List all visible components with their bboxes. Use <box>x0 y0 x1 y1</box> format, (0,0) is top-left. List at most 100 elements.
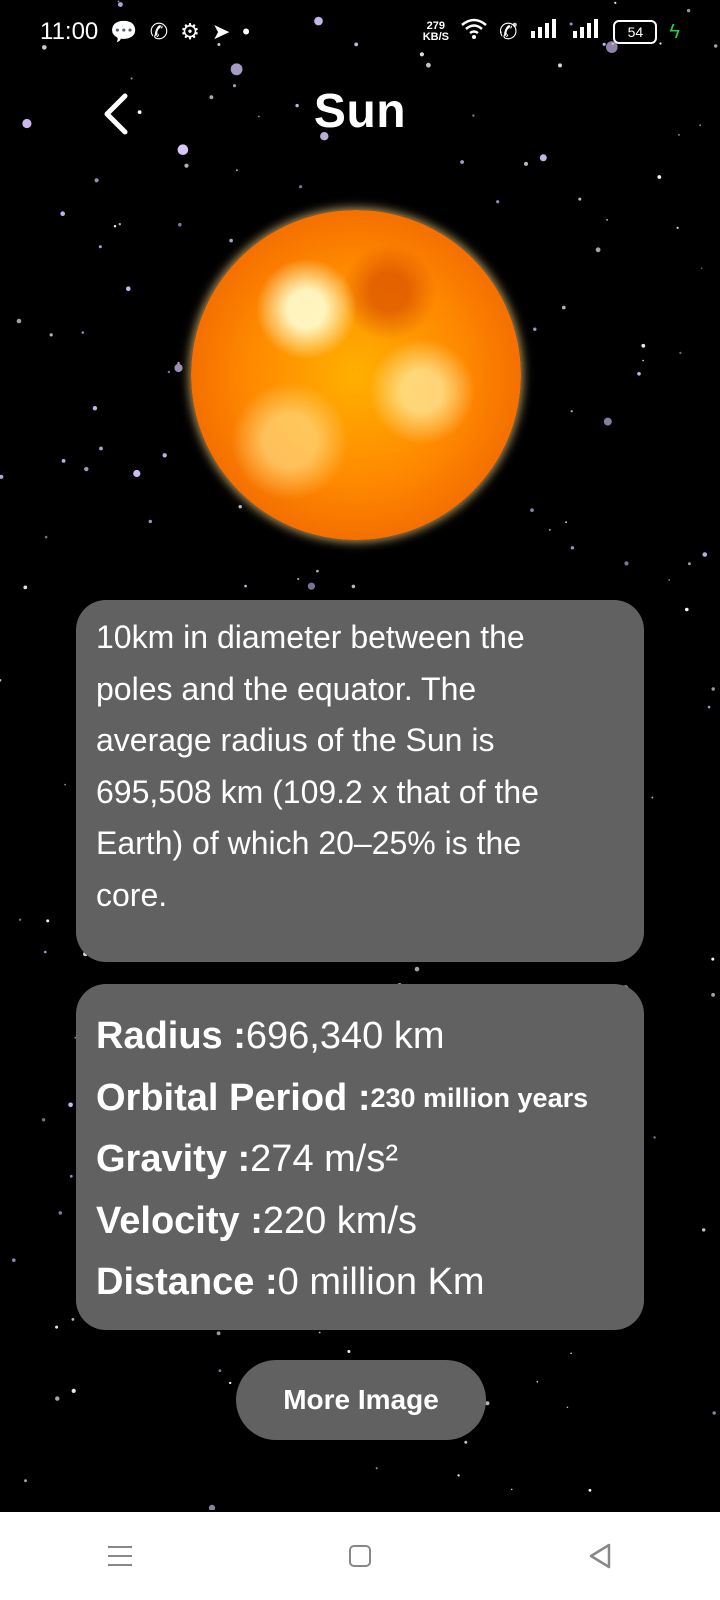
stat-distance: Distance : 0 million Km <box>96 1252 624 1314</box>
star <box>229 1381 232 1385</box>
dot-icon: • <box>242 19 250 44</box>
star <box>676 226 679 229</box>
star <box>642 359 644 362</box>
star <box>530 508 534 512</box>
star <box>94 178 99 183</box>
stat-key: Distance : <box>96 1261 278 1304</box>
star <box>297 577 300 581</box>
star <box>562 305 566 310</box>
stats-card: Radius : 696,340 km Orbital Period : 230… <box>76 984 644 1330</box>
star <box>566 1406 569 1409</box>
star <box>351 584 356 589</box>
battery-level: 54 <box>627 24 644 40</box>
star <box>55 1325 59 1329</box>
star <box>44 950 47 954</box>
star <box>69 1174 73 1178</box>
star <box>118 223 122 226</box>
star <box>641 343 646 348</box>
star <box>16 318 22 324</box>
star <box>558 63 562 68</box>
star <box>92 406 98 411</box>
star <box>711 993 715 997</box>
stat-key: Orbital Period : <box>96 1076 371 1119</box>
signal-icon <box>529 18 559 46</box>
star <box>657 175 662 179</box>
star <box>565 521 567 524</box>
star <box>702 552 708 557</box>
star <box>61 459 66 463</box>
nav-back-button[interactable] <box>560 1526 640 1586</box>
star <box>148 519 152 524</box>
star <box>99 446 103 451</box>
star <box>524 161 528 166</box>
star <box>71 1318 75 1321</box>
stat-radius: Radius : 696,340 km <box>96 1006 624 1068</box>
star <box>218 1369 222 1372</box>
stat-key: Gravity : <box>96 1138 251 1181</box>
star <box>229 238 233 243</box>
star <box>653 1136 656 1139</box>
description-card[interactable]: 10km in diameter between the poles and t… <box>76 600 644 962</box>
star <box>238 505 242 509</box>
star <box>316 569 319 573</box>
settings-icon: ⚙ <box>180 19 200 44</box>
battery-icon: 54 <box>613 20 658 44</box>
more-image-button[interactable]: More Image <box>236 1360 486 1440</box>
star <box>375 1467 378 1470</box>
stat-velocity: Velocity : 220 km/s <box>96 1191 624 1253</box>
star <box>570 546 575 550</box>
home-icon <box>349 1545 371 1567</box>
menu-icon <box>108 1546 132 1566</box>
star <box>570 410 573 413</box>
star <box>624 561 629 566</box>
star <box>71 1388 76 1393</box>
star <box>58 1211 63 1215</box>
star <box>44 535 48 539</box>
star <box>177 361 180 365</box>
star <box>84 466 89 472</box>
star <box>711 957 715 961</box>
star <box>60 211 65 216</box>
star <box>595 247 601 253</box>
star <box>687 562 691 566</box>
network-speed: 279 KB/S <box>423 21 449 43</box>
sun-image <box>191 210 521 540</box>
system-nav-bar <box>0 1512 720 1600</box>
app-header: Sun <box>0 70 720 160</box>
star <box>460 160 464 164</box>
stat-value: 220 km/s <box>262 1199 418 1242</box>
star <box>12 1258 16 1262</box>
star <box>457 1474 460 1477</box>
star <box>24 1479 27 1483</box>
chat-bubble-icon: 💬 <box>110 19 138 44</box>
star <box>113 225 117 228</box>
star <box>685 607 689 612</box>
star <box>46 919 50 923</box>
wifi-icon <box>461 18 487 46</box>
star <box>68 1102 73 1108</box>
star <box>244 584 247 588</box>
stat-value: 230 million years <box>370 1082 589 1113</box>
star <box>570 1352 572 1355</box>
star <box>702 1228 706 1232</box>
star <box>637 372 641 376</box>
star <box>347 1350 351 1353</box>
star <box>0 679 2 682</box>
star <box>55 1396 60 1401</box>
star <box>668 579 670 581</box>
description-text: 10km in diameter between the poles and t… <box>96 619 539 913</box>
nav-home-button[interactable] <box>320 1526 400 1586</box>
star <box>318 1331 321 1334</box>
page-title: Sun <box>313 85 407 138</box>
star <box>174 363 183 373</box>
status-bar: 11:00 💬 ✆ ⚙ ➤ • 279 KB/S ✆ 54 ϟ <box>0 0 720 64</box>
star <box>712 1411 716 1415</box>
star <box>81 331 85 334</box>
star <box>98 245 102 249</box>
star <box>533 327 537 331</box>
star <box>23 585 28 590</box>
star <box>651 796 654 799</box>
star <box>485 1401 490 1406</box>
star <box>679 351 682 354</box>
nav-menu-button[interactable] <box>80 1526 160 1586</box>
